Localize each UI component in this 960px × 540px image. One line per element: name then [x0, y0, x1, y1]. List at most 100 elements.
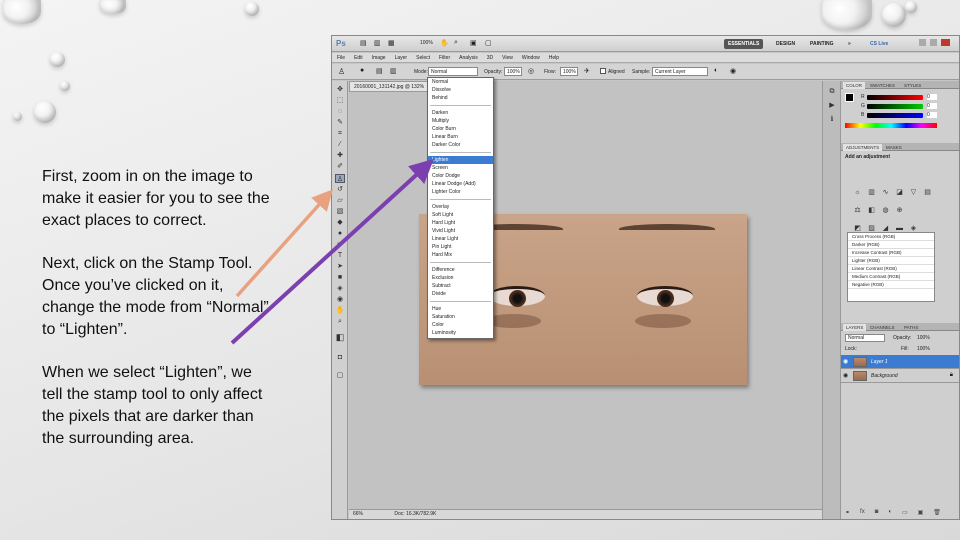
vibrance-icon[interactable]: ▽	[909, 189, 918, 197]
layer-blend-mode-select[interactable]: Normal	[845, 334, 885, 342]
launch-mini-bridge-icon[interactable]: ▥	[374, 39, 381, 47]
color-ramp[interactable]	[845, 123, 937, 128]
eraser-tool-icon[interactable]: ▱	[335, 196, 345, 205]
channel-mixer-icon[interactable]: ⊕	[895, 207, 904, 215]
levels-icon[interactable]: ▥	[867, 189, 876, 197]
menu-filter[interactable]: Filter	[439, 53, 450, 62]
layer-row[interactable]: ◉ Layer 1	[841, 355, 959, 369]
brush-panel-icon[interactable]: ▤	[376, 67, 383, 75]
gradient-tool-icon[interactable]: ▧	[335, 207, 345, 216]
path-selection-tool-icon[interactable]: ➤	[335, 262, 345, 271]
new-group-icon[interactable]: ▭	[902, 509, 908, 517]
minimize-button[interactable]	[919, 39, 926, 46]
3d-rotate-tool-icon[interactable]: ◈	[335, 284, 345, 293]
blend-mode-option[interactable]: Soft Light	[428, 211, 493, 219]
preset-item[interactable]: Medium Contrast (RGB)	[848, 273, 934, 281]
status-zoom[interactable]: 66%	[353, 511, 363, 517]
layer-row[interactable]: ◉ Background 🔒︎	[841, 369, 959, 383]
blur-tool-icon[interactable]: ◆	[335, 218, 345, 227]
layer-opacity-value[interactable]: 100%	[917, 335, 930, 341]
eyedropper-tool-icon[interactable]: ⁄	[335, 140, 345, 149]
type-tool-icon[interactable]: T	[335, 251, 345, 260]
blend-mode-option[interactable]: Vivid Light	[428, 227, 493, 235]
exposure-icon[interactable]: ◪	[895, 189, 904, 197]
sample-select[interactable]: Current Layer	[652, 67, 708, 76]
tab-channels[interactable]: CHANNELS	[867, 324, 898, 331]
zoom-tool-icon[interactable]: ⌕	[335, 317, 345, 326]
tab-masks[interactable]: MASKS	[883, 144, 905, 151]
menu-window[interactable]: Window	[522, 53, 540, 62]
link-layers-icon[interactable]: ⚭	[845, 509, 850, 517]
airbrush-icon[interactable]: ✈	[584, 67, 590, 75]
dodge-tool-icon[interactable]: ●	[335, 229, 345, 238]
blend-mode-option[interactable]: Subtract	[428, 282, 493, 290]
blend-mode-option[interactable]: Overlay	[428, 203, 493, 211]
screen-mode-icon[interactable]: ▢	[485, 39, 492, 47]
blend-mode-option[interactable]: Pin Light	[428, 243, 493, 251]
hue-saturation-icon[interactable]: ▤	[923, 189, 932, 197]
cs-live-button[interactable]: CS Live	[866, 39, 892, 49]
blend-mode-option[interactable]: Hue	[428, 305, 493, 313]
green-slider[interactable]	[867, 104, 923, 109]
blend-mode-option[interactable]: Multiply	[428, 117, 493, 125]
blend-mode-option[interactable]: Behind	[428, 94, 493, 102]
layer-mask-icon[interactable]: ◙	[875, 509, 879, 517]
crop-tool-icon[interactable]: ⌗	[335, 129, 345, 138]
blend-mode-option[interactable]: Saturation	[428, 313, 493, 321]
move-tool-icon[interactable]: ✥	[335, 85, 345, 94]
arrange-documents-icon[interactable]: ▣	[470, 39, 477, 47]
hand-tool-icon[interactable]: ✋	[335, 306, 345, 315]
red-value[interactable]: 0	[927, 94, 937, 100]
menu-file[interactable]: File	[337, 53, 345, 62]
pressure-opacity-icon[interactable]: ◎	[528, 67, 534, 75]
menu-analysis[interactable]: Analysis	[459, 53, 478, 62]
blend-mode-option[interactable]: Linear Burn	[428, 133, 493, 141]
pressure-size-icon[interactable]: ◉	[730, 67, 736, 75]
preset-item[interactable]: Cross Process (RGB)	[848, 233, 934, 241]
blend-mode-option[interactable]: Linear Dodge (Add)	[428, 180, 493, 188]
menu-view[interactable]: View	[502, 53, 513, 62]
curves-icon[interactable]: ∿	[881, 189, 890, 197]
zoom-level[interactable]: 100%	[420, 40, 433, 46]
hand-icon[interactable]: ✋	[440, 39, 449, 47]
visibility-eye-icon[interactable]: ◉	[843, 358, 848, 365]
history-panel-icon[interactable]: ⧉	[827, 87, 837, 96]
foreground-background-color-icon[interactable]: ◧	[335, 333, 345, 342]
menu-edit[interactable]: Edit	[354, 53, 363, 62]
actions-panel-icon[interactable]: ▶	[827, 101, 837, 110]
spot-healing-tool-icon[interactable]: ✚	[335, 151, 345, 160]
3d-orbit-tool-icon[interactable]: ◉	[335, 295, 345, 304]
close-button[interactable]	[941, 39, 950, 46]
foreground-color-swatch[interactable]	[845, 93, 854, 102]
marquee-tool-icon[interactable]: ⬚	[335, 96, 345, 105]
layer-style-icon[interactable]: fx	[860, 509, 865, 517]
workspace-painting[interactable]: PAINTING	[806, 39, 838, 49]
screen-mode-tool-icon[interactable]: ▢	[335, 371, 345, 380]
info-panel-icon[interactable]: ℹ	[827, 115, 837, 124]
delete-layer-icon[interactable]: 🗑︎	[933, 509, 941, 517]
extras-icon[interactable]: ▦	[388, 39, 395, 47]
blend-mode-option[interactable]: Screen	[428, 164, 493, 172]
visibility-eye-icon[interactable]: ◉	[843, 372, 848, 379]
workspace-essentials[interactable]: ESSENTIALS	[724, 39, 764, 49]
tab-layers[interactable]: LAYERS	[843, 324, 867, 331]
tab-color[interactable]: COLOR	[843, 82, 866, 89]
blend-mode-option[interactable]: Normal	[428, 78, 493, 86]
clone-stamp-tool-icon[interactable]: ♙	[335, 174, 345, 183]
new-layer-icon[interactable]: ▣	[918, 509, 924, 517]
workspace-design[interactable]: DESIGN	[772, 39, 799, 49]
blend-mode-option[interactable]: Color	[428, 321, 493, 329]
blue-slider[interactable]	[867, 113, 923, 118]
zoom-icon[interactable]: ⌕	[454, 39, 458, 47]
menu-help[interactable]: Help	[549, 53, 559, 62]
tab-adjustments[interactable]: ADJUSTMENTS	[843, 144, 883, 151]
color-balance-icon[interactable]: ⚖	[853, 207, 862, 215]
lasso-tool-icon[interactable]: ◌	[335, 107, 345, 116]
preset-item[interactable]: Darker (RGB)	[848, 241, 934, 249]
blend-mode-option[interactable]: Color Dodge	[428, 172, 493, 180]
blend-mode-option[interactable]: Hard Light	[428, 219, 493, 227]
blend-mode-option[interactable]: Difference	[428, 266, 493, 274]
layer-fill-value[interactable]: 100%	[917, 346, 930, 352]
blend-mode-option[interactable]: Exclusion	[428, 274, 493, 282]
black-white-icon[interactable]: ◧	[867, 207, 876, 215]
